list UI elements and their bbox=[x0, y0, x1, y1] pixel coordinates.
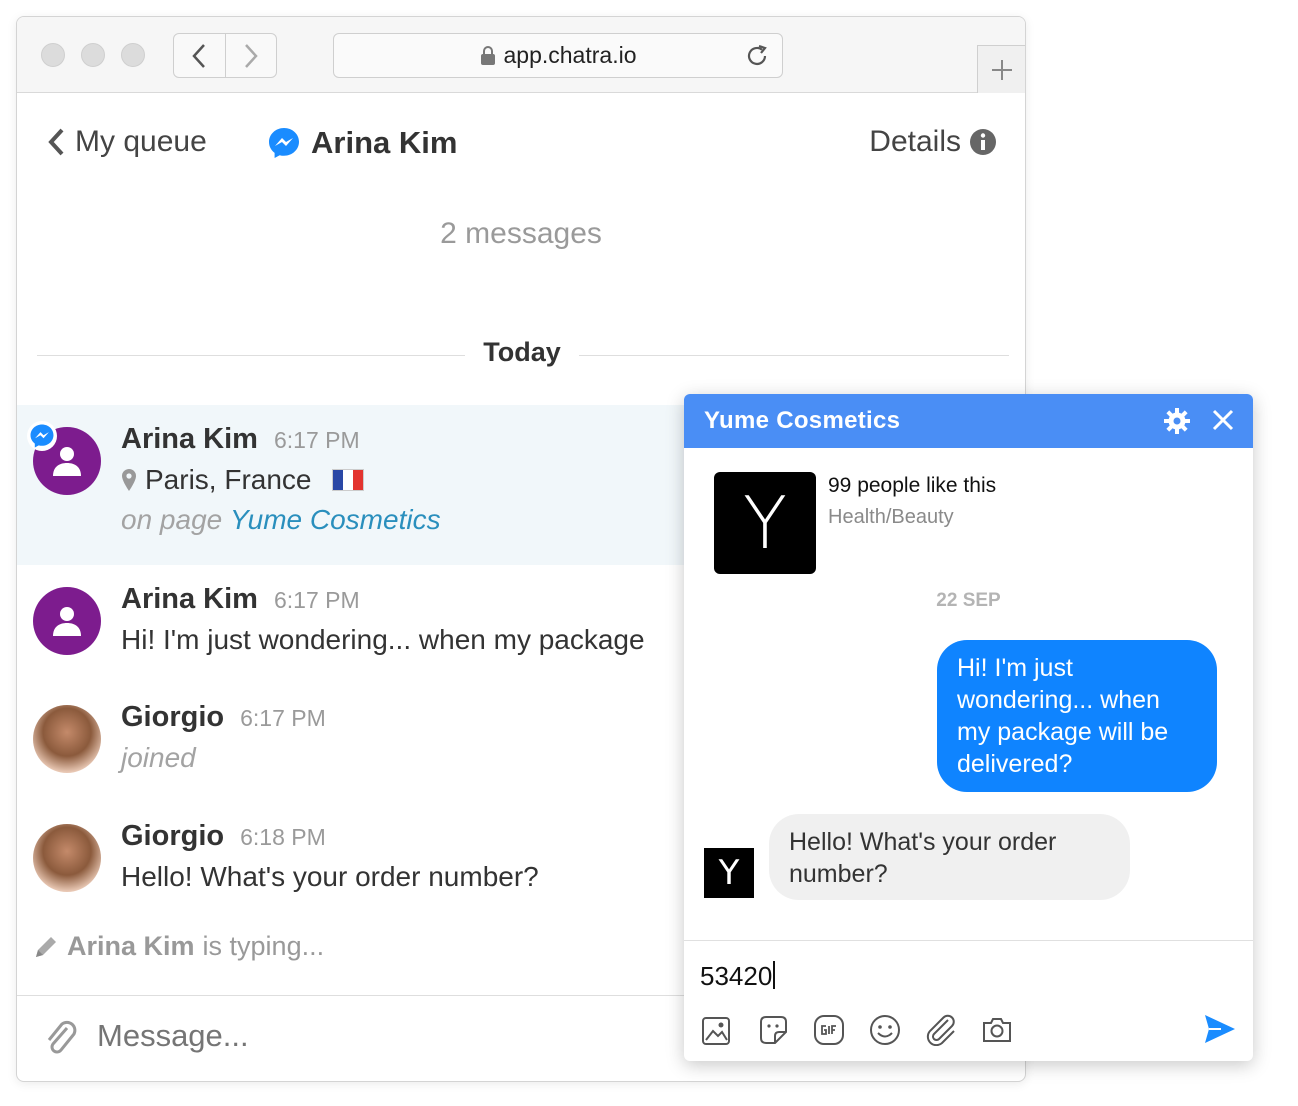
page-category: Health/Beauty bbox=[828, 506, 954, 528]
text-caret bbox=[773, 961, 776, 989]
attach-button[interactable] bbox=[45, 1020, 79, 1065]
page-logo: Y bbox=[714, 472, 816, 574]
browser-toolbar: app.chatra.io bbox=[17, 17, 1025, 93]
gif-button[interactable] bbox=[812, 1013, 845, 1046]
message-time: 6:17 PM bbox=[273, 587, 360, 613]
outgoing-bubble: Hi! I'm just wondering... when my packag… bbox=[937, 640, 1217, 792]
address-bar[interactable]: app.chatra.io bbox=[333, 33, 783, 78]
messenger-icon bbox=[269, 128, 299, 158]
back-button[interactable] bbox=[174, 34, 225, 77]
my-queue-label: My queue bbox=[75, 125, 207, 158]
user-icon bbox=[53, 447, 81, 476]
close-icon bbox=[1212, 409, 1234, 431]
attachment-icon bbox=[926, 1014, 955, 1046]
gear-icon bbox=[1164, 408, 1190, 434]
window-zoom-dot[interactable] bbox=[121, 43, 145, 67]
chevron-right-icon bbox=[244, 43, 258, 68]
lock-icon bbox=[480, 45, 495, 65]
day-label: Today bbox=[467, 337, 577, 367]
details-label: Details bbox=[869, 125, 961, 158]
reload-icon bbox=[747, 44, 767, 65]
page-prefix: on page bbox=[121, 504, 223, 535]
plus-icon bbox=[991, 59, 1012, 80]
messenger-input[interactable]: 53420 bbox=[700, 961, 1140, 992]
typing-indicator: Arina Kim is typing... bbox=[33, 931, 324, 962]
message-input[interactable] bbox=[97, 1018, 657, 1054]
camera-icon bbox=[982, 1017, 1011, 1042]
messenger-badge bbox=[27, 421, 57, 451]
emoji-button[interactable] bbox=[868, 1013, 901, 1046]
messenger-page-title: Yume Cosmetics bbox=[704, 407, 901, 434]
location-text: Paris, France bbox=[145, 464, 312, 495]
message-time: 6:17 PM bbox=[273, 427, 360, 453]
my-queue-link[interactable]: My queue bbox=[47, 125, 207, 159]
incoming-bubble: Hello! What's your order number? bbox=[769, 814, 1130, 900]
page-avatar: Y bbox=[704, 848, 754, 898]
window-minimize-dot[interactable] bbox=[81, 43, 105, 67]
window-close-dot[interactable] bbox=[41, 43, 65, 67]
paperclip-icon bbox=[47, 1020, 77, 1054]
send-icon bbox=[1205, 1015, 1235, 1043]
image-icon bbox=[701, 1016, 730, 1045]
day-separator: Today bbox=[17, 337, 1025, 368]
chat-header: My queue Arina Kim Details bbox=[17, 93, 1025, 193]
attachment-button[interactable] bbox=[924, 1013, 957, 1046]
chevron-left-icon bbox=[192, 43, 206, 68]
photo-button[interactable] bbox=[700, 1013, 733, 1046]
user-icon bbox=[53, 607, 81, 636]
pencil-icon bbox=[36, 936, 56, 957]
page-card: Y 99 people like this Health/Beauty bbox=[714, 472, 996, 574]
location-pin-icon bbox=[122, 469, 136, 491]
message-count: 2 messages bbox=[440, 217, 602, 250]
details-button[interactable]: Details bbox=[869, 125, 997, 159]
messenger-header: Yume Cosmetics bbox=[684, 394, 1253, 448]
chevron-left-icon bbox=[48, 128, 64, 156]
forward-button[interactable] bbox=[224, 34, 277, 77]
reload-button[interactable] bbox=[744, 43, 770, 74]
new-tab-button[interactable] bbox=[977, 45, 1025, 93]
sticker-icon bbox=[759, 1015, 787, 1044]
page-link[interactable]: Yume Cosmetics bbox=[230, 504, 441, 535]
info-icon bbox=[970, 129, 996, 155]
gif-icon bbox=[813, 1014, 844, 1045]
contact-name: Arina Kim bbox=[311, 125, 458, 160]
message-time: 6:17 PM bbox=[240, 705, 326, 731]
date-separator: 22 SEP bbox=[936, 590, 1001, 611]
emoji-icon bbox=[869, 1014, 900, 1045]
url-text: app.chatra.io bbox=[503, 42, 637, 68]
camera-button[interactable] bbox=[980, 1013, 1013, 1046]
composer-tools bbox=[700, 1013, 1013, 1046]
message-time: 6:18 PM bbox=[240, 824, 326, 850]
sticker-button[interactable] bbox=[756, 1013, 789, 1046]
close-button[interactable] bbox=[1211, 408, 1235, 437]
page-info: 99 people like this Health/Beauty bbox=[828, 472, 1188, 529]
messenger-input-value: 53420 bbox=[700, 961, 773, 991]
author-name: Arina Kim bbox=[121, 583, 258, 615]
author-name: Giorgio bbox=[121, 701, 225, 733]
typing-suffix: is typing... bbox=[202, 931, 325, 961]
contact-title: Arina Kim bbox=[267, 125, 457, 161]
settings-button[interactable] bbox=[1163, 407, 1191, 440]
avatar bbox=[33, 824, 101, 892]
france-flag-icon bbox=[331, 469, 364, 491]
page-likes: 99 people like this bbox=[828, 474, 997, 497]
messenger-widget: Yume Cosmetics Y 99 people like this Hea… bbox=[684, 394, 1253, 1061]
author-name: Giorgio bbox=[121, 820, 225, 852]
history-nav bbox=[173, 33, 277, 78]
send-button[interactable] bbox=[1203, 1013, 1237, 1050]
messenger-composer: 53420 bbox=[684, 940, 1253, 1061]
messenger-icon bbox=[30, 424, 54, 448]
avatar bbox=[33, 587, 101, 655]
avatar bbox=[33, 705, 101, 773]
author-name: Arina Kim bbox=[121, 423, 258, 455]
typing-name: Arina Kim bbox=[67, 931, 195, 961]
